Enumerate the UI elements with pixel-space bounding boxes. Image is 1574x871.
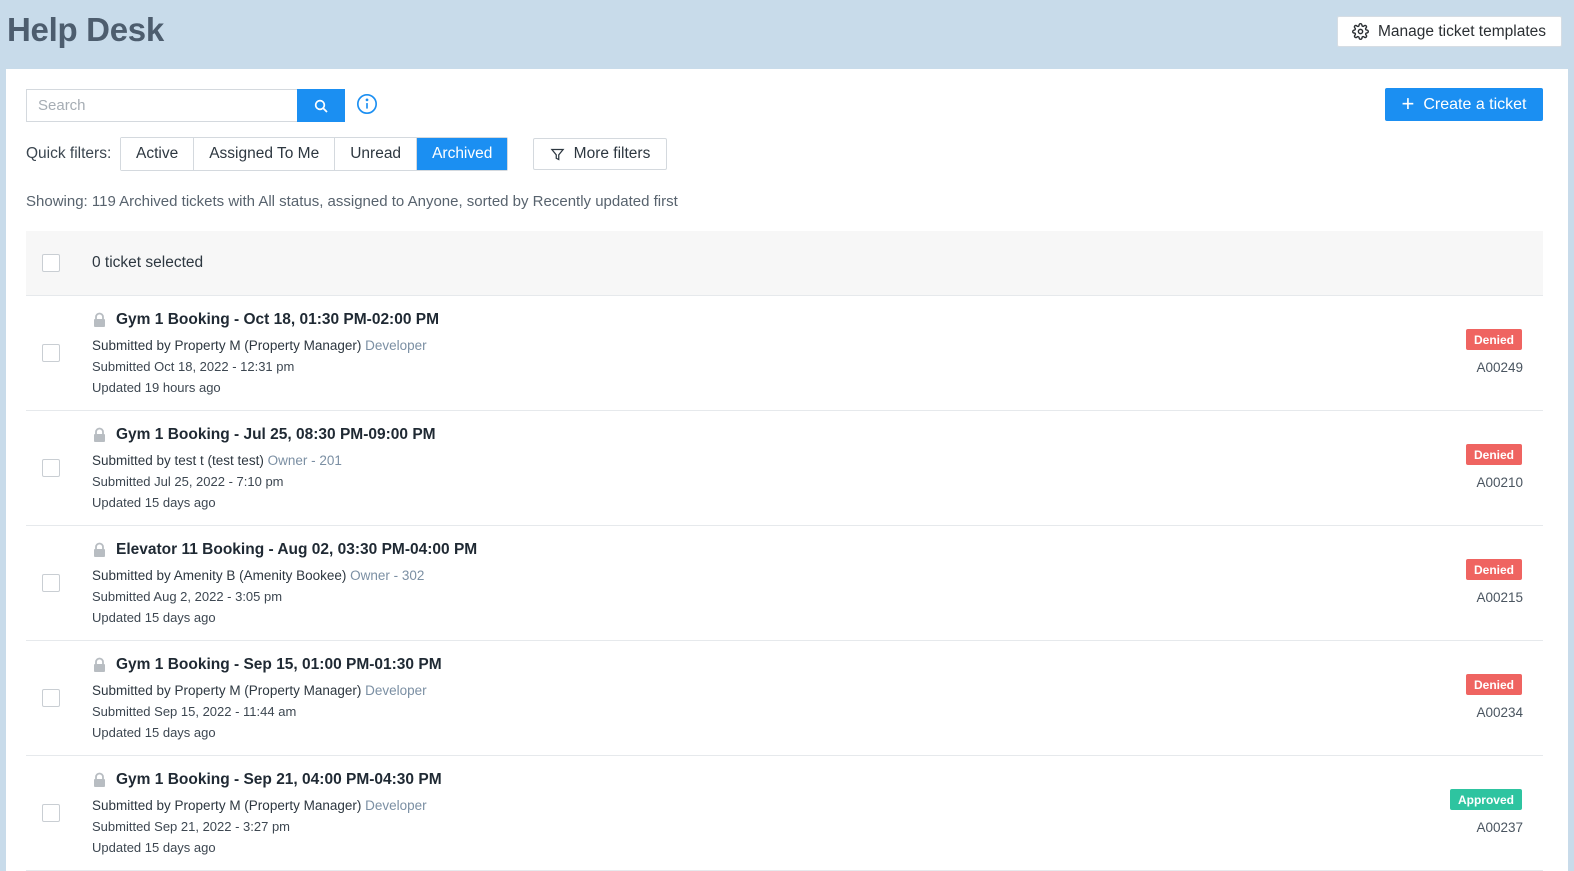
ticket-checkbox[interactable] <box>42 804 60 822</box>
gear-icon <box>1352 23 1369 40</box>
ticket-title-line: Gym 1 Booking - Sep 15, 01:00 PM-01:30 P… <box>92 656 442 674</box>
ticket-role: Developer <box>365 798 427 813</box>
ticket-role: Developer <box>365 683 427 698</box>
ticket-updated-time: Updated 19 hours ago <box>92 380 221 395</box>
filter-icon <box>550 147 565 162</box>
ticket-list: Gym 1 Booking - Oct 18, 01:30 PM-02:00 P… <box>26 296 1543 871</box>
search-bar <box>26 89 345 122</box>
ticket-role: Owner - 201 <box>267 453 342 468</box>
ticket-submitted-date: Submitted Oct 18, 2022 - 12:31 pm <box>92 359 295 374</box>
ticket-submitter: Submitted by test t (test test) <box>92 453 264 468</box>
ticket-submitter: Submitted by Amenity B (Amenity Bookee) <box>92 568 347 583</box>
ticket-title-line: Elevator 11 Booking - Aug 02, 03:30 PM-0… <box>92 541 477 559</box>
lock-icon <box>92 772 107 788</box>
results-summary: Showing: 119 Archived tickets with All s… <box>26 193 678 210</box>
ticket-updated-time: Updated 15 days ago <box>92 495 216 510</box>
ticket-content: Gym 1 Booking - Jul 25, 08:30 PM-09:00 P… <box>92 426 436 510</box>
create-ticket-button[interactable]: + Create a ticket <box>1385 88 1543 121</box>
ticket-submitter: Submitted by Property M (Property Manage… <box>92 798 362 813</box>
ticket-table: 0 ticket selected Gym 1 Booking - Oct 18… <box>26 231 1543 871</box>
filter-assigned-to-me[interactable]: Assigned To Me <box>194 138 336 170</box>
ticket-submitter-line: Submitted by Amenity B (Amenity Bookee) … <box>92 568 477 583</box>
ticket-title[interactable]: Gym 1 Booking - Jul 25, 08:30 PM-09:00 P… <box>116 426 436 444</box>
ticket-id: A00215 <box>1476 590 1523 605</box>
info-icon[interactable] <box>356 93 378 115</box>
ticket-id: A00237 <box>1476 820 1523 835</box>
ticket-submitter-line: Submitted by Property M (Property Manage… <box>92 338 439 353</box>
search-icon <box>313 98 329 114</box>
ticket-submitter: Submitted by Property M (Property Manage… <box>92 683 362 698</box>
lock-icon <box>92 542 107 558</box>
ticket-submitted-date: Submitted Jul 25, 2022 - 7:10 pm <box>92 474 284 489</box>
search-button[interactable] <box>297 89 345 122</box>
ticket-updated-time: Updated 15 days ago <box>92 725 216 740</box>
status-badge: Denied <box>1465 559 1522 580</box>
status-badge: Denied <box>1465 444 1522 465</box>
table-header: 0 ticket selected <box>26 231 1543 296</box>
ticket-title[interactable]: Elevator 11 Booking - Aug 02, 03:30 PM-0… <box>116 541 477 559</box>
ticket-title-line: Gym 1 Booking - Sep 21, 04:00 PM-04:30 P… <box>92 771 442 789</box>
ticket-submitted-date: Submitted Aug 2, 2022 - 3:05 pm <box>92 589 283 604</box>
ticket-row[interactable]: Elevator 11 Booking - Aug 02, 03:30 PM-0… <box>26 526 1543 641</box>
create-ticket-label: Create a ticket <box>1423 95 1527 113</box>
ticket-row[interactable]: Gym 1 Booking - Sep 21, 04:00 PM-04:30 P… <box>26 756 1543 871</box>
ticket-content: Gym 1 Booking - Sep 15, 01:00 PM-01:30 P… <box>92 656 442 740</box>
more-filters-label: More filters <box>573 145 651 162</box>
ticket-content: Gym 1 Booking - Oct 18, 01:30 PM-02:00 P… <box>92 311 439 395</box>
ticket-role: Owner - 302 <box>350 568 425 583</box>
ticket-submitter-line: Submitted by Property M (Property Manage… <box>92 798 442 813</box>
ticket-title-line: Gym 1 Booking - Jul 25, 08:30 PM-09:00 P… <box>92 426 436 444</box>
ticket-id: A00210 <box>1476 475 1523 490</box>
ticket-content: Elevator 11 Booking - Aug 02, 03:30 PM-0… <box>92 541 477 625</box>
ticket-title-line: Gym 1 Booking - Oct 18, 01:30 PM-02:00 P… <box>92 311 439 329</box>
ticket-checkbox[interactable] <box>42 689 60 707</box>
search-input[interactable] <box>26 89 297 122</box>
manage-ticket-templates-label: Manage ticket templates <box>1378 22 1547 40</box>
status-badge: Denied <box>1465 674 1522 695</box>
ticket-updated-time: Updated 15 days ago <box>92 840 216 855</box>
quick-filters-label: Quick filters: <box>26 145 112 162</box>
quick-filter-group: Active Assigned To Me Unread Archived <box>120 137 509 171</box>
ticket-content: Gym 1 Booking - Sep 21, 04:00 PM-04:30 P… <box>92 771 442 855</box>
ticket-submitter-line: Submitted by Property M (Property Manage… <box>92 683 442 698</box>
ticket-id: A00234 <box>1476 705 1523 720</box>
ticket-row[interactable]: Gym 1 Booking - Oct 18, 01:30 PM-02:00 P… <box>26 296 1543 411</box>
ticket-updated-time: Updated 15 days ago <box>92 610 216 625</box>
lock-icon <box>92 657 107 673</box>
lock-icon <box>92 427 107 443</box>
filter-archived[interactable]: Archived <box>417 138 508 170</box>
page-title: Help Desk <box>7 11 164 48</box>
status-badge: Approved <box>1449 789 1522 810</box>
ticket-role: Developer <box>365 338 427 353</box>
ticket-title[interactable]: Gym 1 Booking - Oct 18, 01:30 PM-02:00 P… <box>116 311 439 329</box>
more-filters-button[interactable]: More filters <box>533 138 667 170</box>
selected-count: 0 ticket selected <box>92 254 204 271</box>
status-badge: Denied <box>1465 329 1522 350</box>
ticket-submitter-line: Submitted by test t (test test) Owner - … <box>92 453 436 468</box>
ticket-submitter: Submitted by Property M (Property Manage… <box>92 338 362 353</box>
plus-icon: + <box>1401 90 1415 116</box>
ticket-title[interactable]: Gym 1 Booking - Sep 15, 01:00 PM-01:30 P… <box>116 656 442 674</box>
ticket-checkbox[interactable] <box>42 344 60 362</box>
ticket-title[interactable]: Gym 1 Booking - Sep 21, 04:00 PM-04:30 P… <box>116 771 442 789</box>
filter-active[interactable]: Active <box>121 138 195 170</box>
ticket-row[interactable]: Gym 1 Booking - Sep 15, 01:00 PM-01:30 P… <box>26 641 1543 756</box>
ticket-submitted-date: Submitted Sep 21, 2022 - 3:27 pm <box>92 819 291 834</box>
ticket-id: A00249 <box>1476 360 1523 375</box>
ticket-row[interactable]: Gym 1 Booking - Jul 25, 08:30 PM-09:00 P… <box>26 411 1543 526</box>
select-all-checkbox[interactable] <box>42 254 60 272</box>
manage-ticket-templates-button[interactable]: Manage ticket templates <box>1337 16 1562 47</box>
filter-unread[interactable]: Unread <box>335 138 418 170</box>
ticket-checkbox[interactable] <box>42 574 60 592</box>
ticket-submitted-date: Submitted Sep 15, 2022 - 11:44 am <box>92 704 297 719</box>
ticket-checkbox[interactable] <box>42 459 60 477</box>
main-panel: + Create a ticket Quick filters: Active … <box>6 69 1568 871</box>
lock-icon <box>92 312 107 328</box>
